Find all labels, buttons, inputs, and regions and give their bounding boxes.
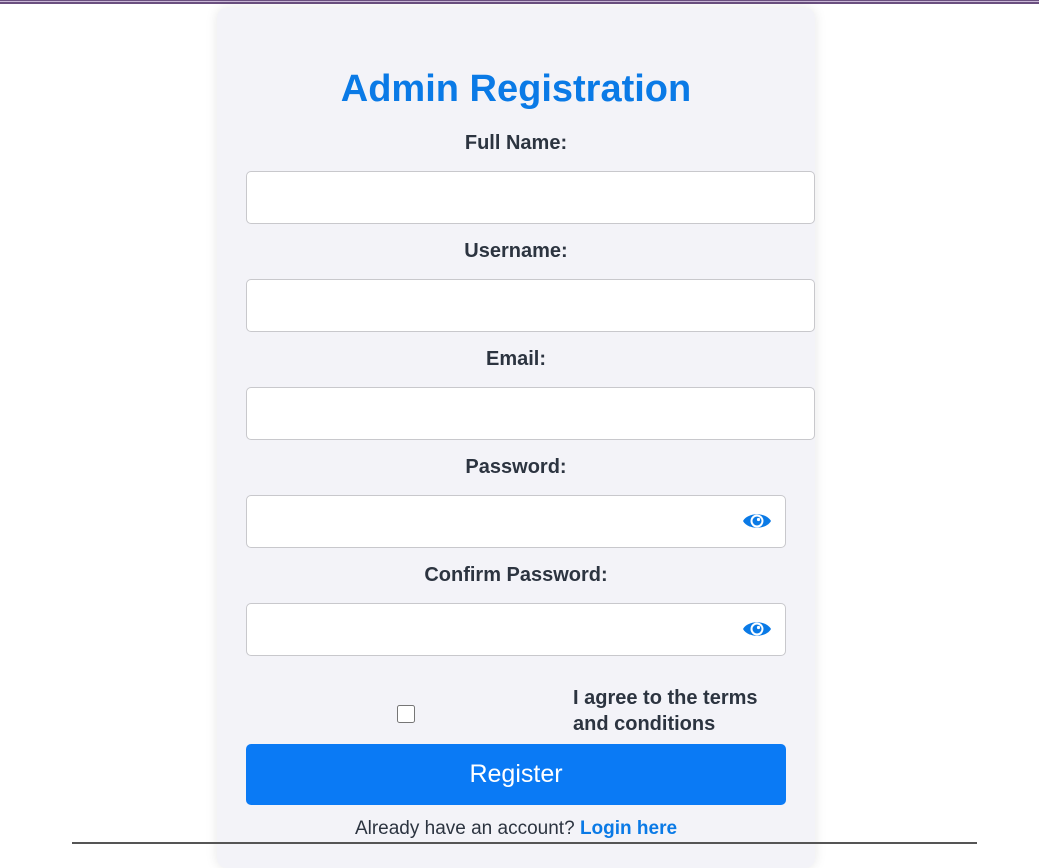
full-name-input[interactable] [246,171,815,224]
top-border-strip [0,0,1039,4]
eye-icon [743,622,771,636]
eye-icon [743,514,771,528]
email-label: Email: [485,348,547,370]
email-input[interactable] [246,387,815,440]
confirm-password-label: Confirm Password: [424,564,608,586]
terms-checkbox[interactable] [397,705,415,723]
registration-card: Admin Registration Full Name: Username: … [217,8,815,868]
username-input[interactable] [246,279,815,332]
page-title: Admin Registration [340,68,692,110]
register-button[interactable]: Register [246,744,786,805]
password-visibility-toggle-icon[interactable] [742,510,772,532]
login-prompt-text: Already have an account? [354,818,575,839]
terms-label: I agree to the terms and conditions [573,687,758,735]
confirm-password-input[interactable] [246,603,786,656]
confirm-password-visibility-toggle-icon[interactable] [742,618,772,640]
login-prompt-line: Already have an account? Login here [217,818,815,840]
password-input[interactable] [246,495,786,548]
bottom-divider [72,842,977,844]
password-label: Password: [465,456,567,478]
full-name-label: Full Name: [464,132,568,154]
login-link[interactable]: Login here [580,818,677,839]
username-label: Username: [464,240,568,262]
